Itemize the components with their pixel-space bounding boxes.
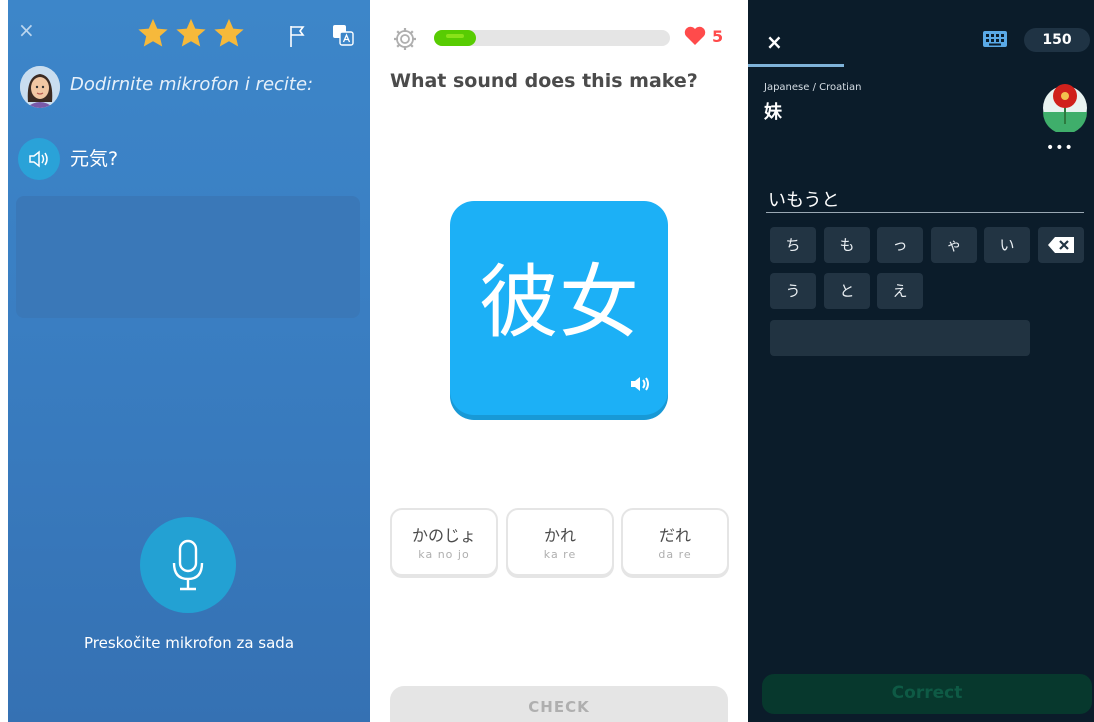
- lesson-progress-bar: [434, 30, 670, 46]
- hearts-count: 5: [712, 27, 724, 46]
- teacher-avatar: [20, 66, 60, 108]
- choice-kana: かのじょ: [411, 526, 476, 545]
- answer-choice[interactable]: かのじょ ka no jo: [390, 508, 498, 576]
- kana-key[interactable]: ち: [770, 227, 816, 263]
- answer-choice[interactable]: だれ da re: [621, 508, 729, 576]
- choice-romaji: ka re: [543, 548, 577, 561]
- play-audio-button[interactable]: [18, 138, 60, 180]
- answer-underline: [766, 212, 1084, 213]
- microphone-icon: [172, 539, 204, 591]
- flower-avatar-icon: [1043, 84, 1087, 132]
- choice-romaji: da re: [658, 548, 692, 561]
- skip-microphone-link[interactable]: Preskočite mikrofon za sada: [8, 634, 370, 652]
- kana-key[interactable]: も: [824, 227, 870, 263]
- kana-key[interactable]: い: [984, 227, 1030, 263]
- kana-key[interactable]: ゃ: [931, 227, 977, 263]
- keyboard-icon[interactable]: [982, 30, 1008, 48]
- star-icon: [176, 18, 206, 47]
- microphone-button[interactable]: [140, 517, 236, 613]
- score-badge: 150: [1024, 28, 1090, 52]
- answer-choice[interactable]: かれ ka re: [506, 508, 614, 576]
- progress-underline: [748, 64, 844, 67]
- kana-keyboard-panel: × 150 Japanese / Croatian 妹 ••• いもうと ち も…: [748, 0, 1094, 722]
- kana-key[interactable]: う: [770, 273, 816, 309]
- speaker-icon[interactable]: [630, 375, 652, 393]
- response-area: [16, 196, 360, 318]
- close-button[interactable]: ×: [18, 20, 35, 40]
- duolingo-lesson-panel: 5 What sound does this make? 彼女 かのじょ ka …: [378, 0, 740, 722]
- card-character: 彼女: [479, 256, 639, 349]
- star-icon: [138, 18, 168, 47]
- prompt-text: Dodirnite mikrofon i recite:: [70, 74, 314, 95]
- prompt-word: 妹: [764, 102, 782, 123]
- flag-icon[interactable]: [288, 24, 308, 48]
- question-title: What sound does this make?: [390, 70, 698, 92]
- progress-fill: [434, 30, 477, 46]
- kana-key[interactable]: と: [824, 273, 870, 309]
- settings-gear-icon[interactable]: [392, 26, 418, 52]
- star-icon: [214, 18, 244, 47]
- language-pair: Japanese / Croatian: [764, 82, 862, 93]
- translate-icon[interactable]: [332, 24, 354, 46]
- speaker-icon: [29, 150, 48, 168]
- choice-romaji: ka no jo: [418, 548, 470, 561]
- more-options-icon[interactable]: •••: [1046, 140, 1074, 156]
- target-phrase: 元気?: [70, 148, 119, 170]
- close-button[interactable]: ×: [766, 30, 783, 54]
- text-entry-field[interactable]: [770, 320, 1030, 356]
- character-card[interactable]: 彼女: [450, 201, 668, 415]
- backspace-icon: [1048, 237, 1074, 253]
- speaking-app-panel: × Dodirnite mikrofon i recite: 元気? Presk…: [8, 0, 370, 722]
- star-rating: [136, 16, 246, 50]
- correct-button[interactable]: Correct: [762, 674, 1092, 714]
- answer-input[interactable]: いもうと: [768, 186, 839, 212]
- backspace-key[interactable]: [1038, 227, 1084, 263]
- choice-kana: だれ: [658, 526, 691, 545]
- check-button[interactable]: CHECK: [390, 686, 728, 722]
- kana-key[interactable]: え: [877, 273, 923, 309]
- choice-kana: かれ: [543, 526, 576, 545]
- heart-icon: [684, 26, 706, 45]
- kana-key[interactable]: っ: [877, 227, 923, 263]
